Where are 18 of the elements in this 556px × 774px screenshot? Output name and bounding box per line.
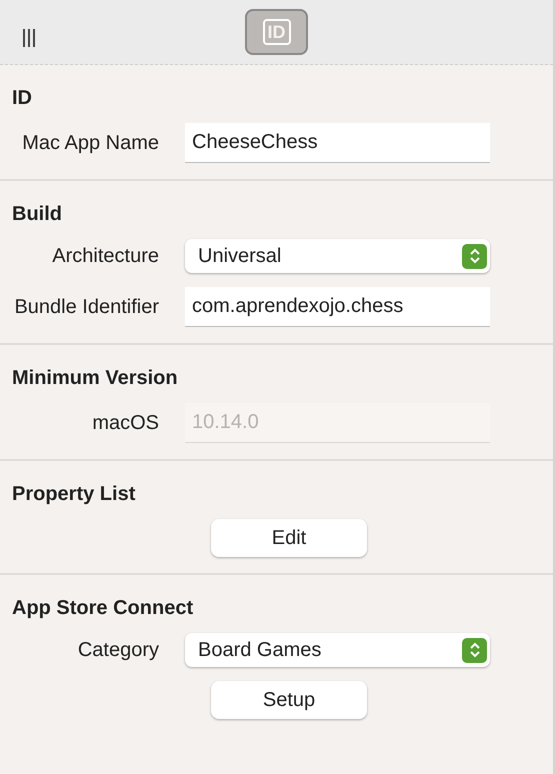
field-label: Mac App Name	[21, 131, 160, 156]
field-label: Bundle Identifier	[13, 295, 160, 320]
section-heading: ID	[12, 86, 33, 111]
dropdown[interactable]: Board Games	[185, 633, 490, 667]
stepper-icon	[462, 638, 487, 662]
field-label: Category	[76, 638, 160, 663]
section-heading: Minimum Version	[12, 366, 179, 391]
field-label: Architecture	[51, 244, 160, 269]
section-heading: Property List	[12, 482, 136, 507]
stepper-icon	[462, 244, 487, 268]
input-field[interactable]: com.aprendexojo.chess	[185, 287, 490, 327]
field-label: macOS	[91, 411, 160, 436]
edit-button[interactable]: Edit	[211, 519, 367, 557]
section-heading: Build	[12, 202, 63, 227]
dropdown[interactable]: Universal	[185, 239, 490, 273]
setup-button[interactable]: Setup	[211, 681, 367, 719]
input-field[interactable]: CheeseChess	[185, 123, 490, 163]
section-heading: App Store Connect	[12, 596, 194, 621]
